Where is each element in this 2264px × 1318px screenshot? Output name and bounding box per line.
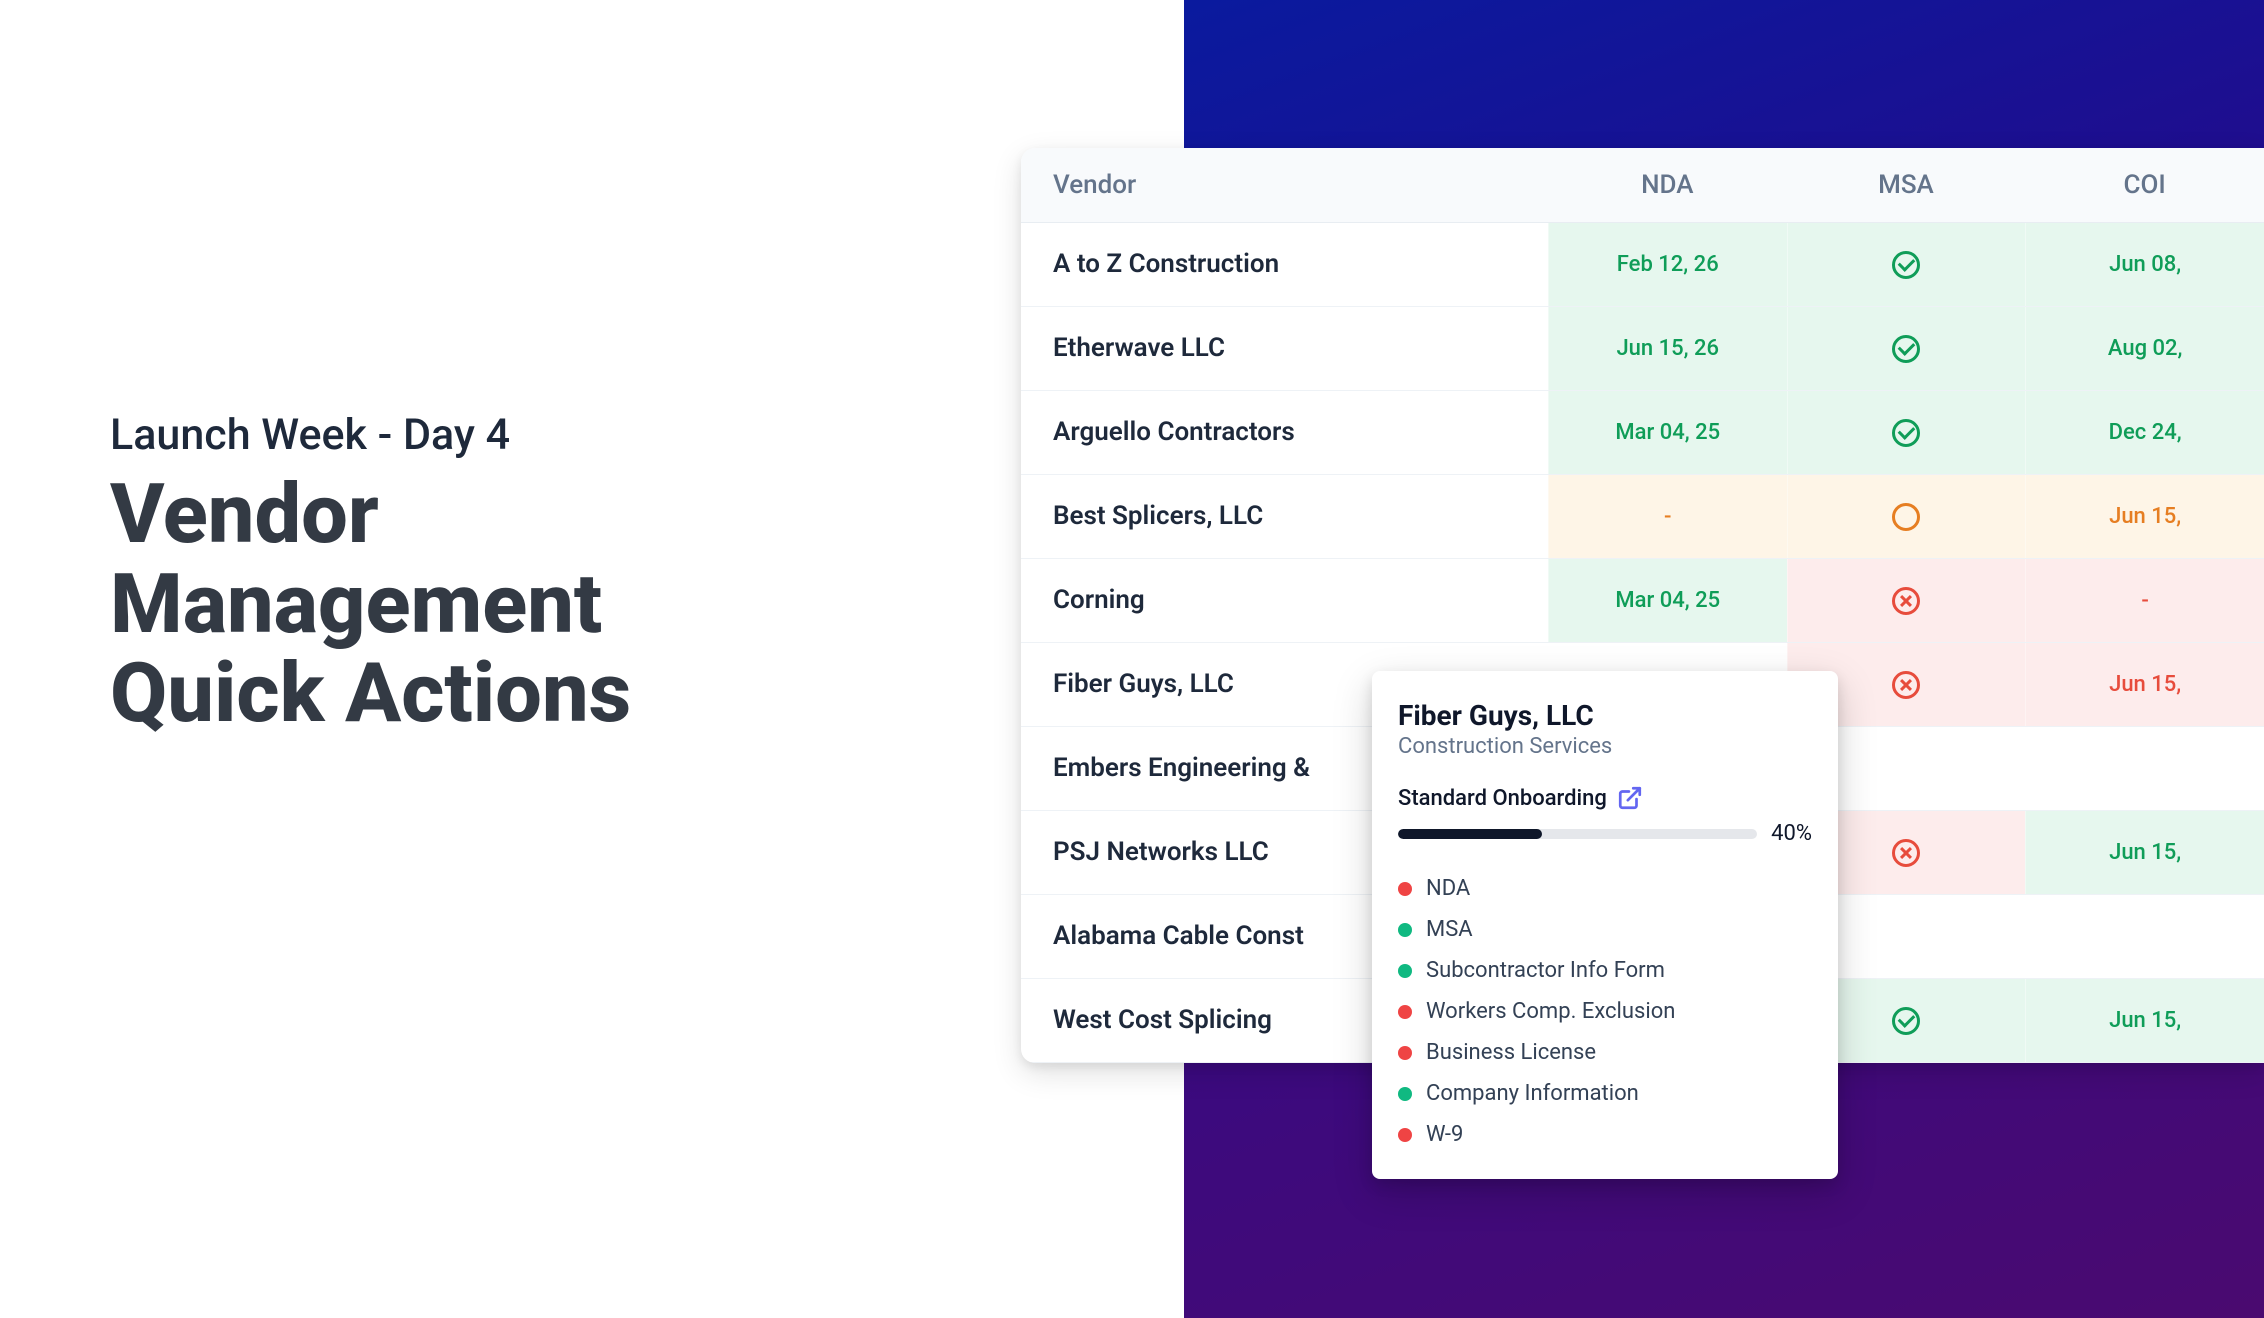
- onboarding-section-label: Standard Onboarding: [1398, 785, 1812, 811]
- doc-item[interactable]: Subcontractor Info Form: [1398, 950, 1812, 991]
- doc-item[interactable]: Workers Comp. Exclusion: [1398, 991, 1812, 1032]
- col-header-vendor[interactable]: Vendor: [1053, 170, 1548, 200]
- hero-text: Launch Week - Day 4 Vendor Management Qu…: [110, 410, 631, 739]
- msa-cell[interactable]: [1787, 307, 2026, 390]
- doc-label: NDA: [1426, 876, 1470, 901]
- col-header-msa[interactable]: MSA: [1787, 170, 2026, 200]
- title-line-3: Quick Actions: [110, 649, 631, 739]
- doc-item[interactable]: Business License: [1398, 1032, 1812, 1073]
- progress-row: 40%: [1398, 821, 1812, 846]
- status-dot-icon: [1398, 964, 1412, 978]
- doc-label: Workers Comp. Exclusion: [1426, 999, 1675, 1024]
- doc-label: MSA: [1426, 917, 1473, 942]
- vendor-detail-popover[interactable]: Fiber Guys, LLC Construction Services St…: [1372, 671, 1838, 1179]
- msa-cell[interactable]: [1787, 391, 2026, 474]
- coi-cell[interactable]: Jun 15,: [2025, 643, 2264, 726]
- table-header-row: Vendor NDA MSA COI: [1021, 148, 2264, 223]
- status-dot-icon: [1398, 1046, 1412, 1060]
- table-row[interactable]: A to Z ConstructionFeb 12, 26 Jun 08,: [1021, 223, 2264, 307]
- vendor-name-cell[interactable]: Arguello Contractors: [1021, 391, 1548, 474]
- title-line-2: Management: [110, 560, 631, 650]
- status-dot-icon: [1398, 1005, 1412, 1019]
- status-dot-icon: [1398, 882, 1412, 896]
- progress-bar: [1398, 829, 1757, 839]
- vendor-name-cell[interactable]: A to Z Construction: [1021, 223, 1548, 306]
- page-title: Vendor Management Quick Actions: [110, 470, 631, 739]
- col-header-nda[interactable]: NDA: [1548, 170, 1787, 200]
- vendor-name-cell[interactable]: Best Splicers, LLC: [1021, 475, 1548, 558]
- check-circle-icon: [1892, 335, 1920, 363]
- check-circle-icon: [1892, 1007, 1920, 1035]
- title-line-1: Vendor: [110, 470, 631, 560]
- external-link-icon[interactable]: [1617, 785, 1643, 811]
- check-circle-icon: [1892, 419, 1920, 447]
- msa-cell[interactable]: [1787, 559, 2026, 642]
- msa-cell[interactable]: [1787, 223, 2026, 306]
- popover-title: Fiber Guys, LLC: [1398, 699, 1812, 732]
- coi-cell[interactable]: Dec 24,: [2025, 391, 2264, 474]
- table-row[interactable]: Etherwave LLCJun 15, 26 Aug 02,: [1021, 307, 2264, 391]
- check-circle-icon: [1892, 251, 1920, 279]
- status-dot-icon: [1398, 1128, 1412, 1142]
- coi-cell[interactable]: [2025, 727, 2264, 810]
- nda-cell[interactable]: -: [1548, 475, 1787, 558]
- x-circle-icon: [1892, 839, 1920, 867]
- coi-cell[interactable]: Aug 02,: [2025, 307, 2264, 390]
- vendor-name-cell[interactable]: Corning: [1021, 559, 1548, 642]
- popover-subtitle: Construction Services: [1398, 734, 1812, 759]
- vendor-name-cell[interactable]: Etherwave LLC: [1021, 307, 1548, 390]
- document-checklist: NDA MSA Subcontractor Info Form Workers Com…: [1398, 868, 1812, 1155]
- msa-cell[interactable]: [1787, 475, 2026, 558]
- progress-percent-label: 40%: [1771, 821, 1812, 846]
- coi-cell[interactable]: Jun 08,: [2025, 223, 2264, 306]
- table-row[interactable]: CorningMar 04, 25 -: [1021, 559, 2264, 643]
- nda-cell[interactable]: Feb 12, 26: [1548, 223, 1787, 306]
- table-row[interactable]: Best Splicers, LLC- Jun 15,: [1021, 475, 2264, 559]
- doc-item[interactable]: NDA: [1398, 868, 1812, 909]
- doc-item[interactable]: MSA: [1398, 909, 1812, 950]
- x-circle-icon: [1892, 587, 1920, 615]
- nda-cell[interactable]: Mar 04, 25: [1548, 391, 1787, 474]
- doc-label: Subcontractor Info Form: [1426, 958, 1665, 983]
- nda-cell[interactable]: Jun 15, 26: [1548, 307, 1787, 390]
- x-circle-icon: [1892, 671, 1920, 699]
- doc-label: Company Information: [1426, 1081, 1639, 1106]
- onboarding-label-text: Standard Onboarding: [1398, 786, 1607, 811]
- coi-cell[interactable]: Jun 15,: [2025, 811, 2264, 894]
- table-row[interactable]: Arguello ContractorsMar 04, 25 Dec 24,: [1021, 391, 2264, 475]
- page-subtitle: Launch Week - Day 4: [110, 410, 631, 460]
- doc-item[interactable]: W-9: [1398, 1114, 1812, 1155]
- status-dot-icon: [1398, 923, 1412, 937]
- doc-label: Business License: [1426, 1040, 1596, 1065]
- progress-fill: [1398, 829, 1542, 839]
- empty-circle-icon: [1892, 503, 1920, 531]
- nda-cell[interactable]: Mar 04, 25: [1548, 559, 1787, 642]
- status-dot-icon: [1398, 1087, 1412, 1101]
- doc-item[interactable]: Company Information: [1398, 1073, 1812, 1114]
- coi-cell[interactable]: Jun 15,: [2025, 979, 2264, 1062]
- coi-cell[interactable]: -: [2025, 559, 2264, 642]
- coi-cell[interactable]: Jun 15,: [2025, 475, 2264, 558]
- col-header-coi[interactable]: COI: [2025, 170, 2264, 200]
- doc-label: W-9: [1426, 1122, 1463, 1147]
- coi-cell[interactable]: [2025, 895, 2264, 978]
